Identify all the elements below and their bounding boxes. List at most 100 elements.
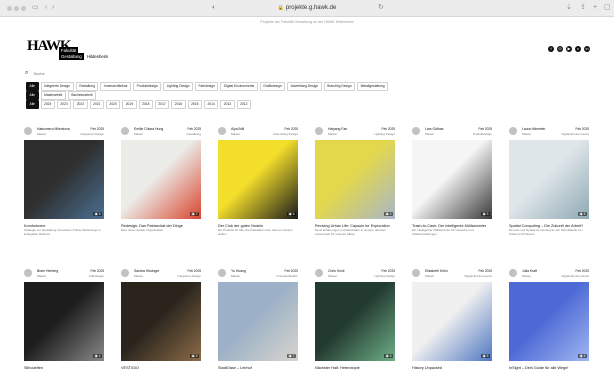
search-input[interactable] [33, 71, 114, 76]
tab-overview-icon[interactable]: ▢ [604, 4, 611, 12]
facebook-icon[interactable]: f [548, 46, 554, 52]
zoom-window-icon[interactable] [21, 6, 26, 11]
author-name[interactable]: Hatsumeru Milenkova [37, 127, 70, 131]
category[interactable]: Innenarchitektur [276, 274, 298, 278]
year-filter-chip[interactable]: 2021 [89, 100, 104, 109]
project-thumbnail[interactable]: ▣ 7 [218, 282, 298, 361]
project-thumbnail[interactable]: ▣ 6 [315, 282, 395, 361]
project-title[interactable]: VESTIGIO [121, 366, 139, 370]
project-title[interactable]: Nächster Halt: Heterotopie [315, 366, 360, 370]
category[interactable]: Lighting Design [374, 132, 395, 136]
image-count: ▣ 4 [383, 212, 393, 216]
project-thumbnail[interactable]: ▣ 5 [509, 140, 589, 219]
project-thumbnail[interactable]: ▣ 6 [509, 282, 589, 361]
project-title[interactable]: StadtOase – Lebhof [218, 366, 252, 370]
category[interactable]: Integrierte Design [80, 132, 104, 136]
vimeo-icon[interactable]: v [575, 46, 581, 52]
project-thumbnail[interactable]: ▣ 6 [218, 140, 298, 219]
category[interactable]: Integrierte Design [177, 274, 201, 278]
project-thumbnail[interactable]: ▣ 7 [121, 140, 201, 219]
category[interactable]: Produktdesign [473, 132, 492, 136]
author-name[interactable]: Haiyang Fan [328, 127, 347, 131]
author-name[interactable]: Alya Brill [231, 127, 244, 131]
year-filter-chip[interactable]: 2023 [56, 100, 72, 109]
field-filter-chip[interactable]: Produktdesign [133, 82, 162, 91]
author-name[interactable]: Laura Hämmler [522, 127, 545, 131]
year-filter-chip[interactable]: 2019 [122, 100, 137, 109]
author-name[interactable]: Elisabeth Kühn [425, 269, 448, 273]
author-name[interactable]: Bram Herberg [37, 269, 58, 273]
field-filter-chip[interactable]: Metallgestaltung [357, 82, 389, 91]
project-thumbnail[interactable]: ▣ 4 [315, 140, 395, 219]
year-filter-chip[interactable]: 2013 [220, 100, 235, 109]
year-filter-chip[interactable]: 2022 [73, 100, 88, 109]
image-count-value: 6 [583, 354, 586, 358]
linkedin-icon[interactable]: in [584, 46, 590, 52]
search-icon[interactable]: ⌕ [25, 70, 28, 77]
category[interactable]: Advertising Design [273, 132, 298, 136]
author-name[interactable]: Chris Knoll [328, 269, 344, 273]
year-filter-chip[interactable]: 2014 [203, 100, 219, 109]
project-title[interactable]: InSight – Dein Guide für alle Wege! [509, 366, 568, 370]
back-icon[interactable]: ‹ [45, 4, 47, 12]
minimize-window-icon[interactable] [14, 6, 19, 11]
field-filter-chip[interactable]: Gestaltung [75, 82, 99, 91]
type-filter-chip[interactable]: Masterarbeit [40, 91, 66, 100]
youtube-icon[interactable]: ▶ [566, 46, 572, 52]
year-filter-chip[interactable]: 2020 [105, 100, 121, 109]
download-icon[interactable]: ⇣ [566, 4, 572, 12]
field-filter-chip[interactable]: Branding Design [323, 82, 356, 91]
field-filter-chip[interactable]: Advertising Design [287, 82, 322, 91]
semester: Feb 2025 [478, 127, 492, 131]
privacy-shield-icon[interactable]: ◐ [212, 4, 216, 12]
project-title[interactable]: History Unpacked [412, 366, 442, 370]
instagram-icon[interactable]: ◎ [557, 46, 563, 52]
year-filter-chip[interactable]: 2015 [187, 100, 202, 109]
field-filter-chip[interactable]: Grafikdesign [259, 82, 286, 91]
field-filter-chip[interactable]: Alle [26, 82, 39, 91]
project-description: Strategie zur Gestaltung innovativer Onl… [24, 228, 101, 236]
category[interactable]: Lighting Design [374, 274, 395, 278]
author-name[interactable]: Sandra Hüsinger [134, 269, 159, 273]
field-filter-chip[interactable]: Lighting Design [163, 82, 193, 91]
author-name[interactable]: Yu Huang [231, 269, 246, 273]
reload-icon[interactable]: ↻ [378, 4, 384, 12]
year-filter-chip[interactable]: 2017 [154, 100, 170, 109]
hawk-logo[interactable]: HAWK Fakultät Gestaltung Hildesheim [27, 38, 108, 64]
share-icon[interactable]: ⇪ [580, 4, 586, 12]
semester: Feb 2025 [575, 127, 589, 131]
project-thumbnail[interactable]: ▣ 5 [121, 282, 201, 361]
author-name[interactable]: Emilie Chiara Hung [134, 127, 163, 131]
year-filter-chip[interactable]: Alle [26, 100, 39, 109]
category[interactable]: Digital Environments [464, 274, 492, 278]
project-title[interactable]: Silhouetten [24, 366, 43, 370]
type-filter-chip[interactable]: Alle [26, 91, 39, 100]
project-thumbnail[interactable]: ▣ 6 [24, 140, 104, 219]
image-count-value: 7 [292, 354, 295, 358]
forward-icon[interactable]: › [52, 4, 54, 12]
project-thumbnail[interactable]: ▣ 4 [24, 282, 104, 361]
category[interactable]: Digital Environments [561, 132, 589, 136]
project-description: Neue Erfahrungen und Aktivitäten in unse… [315, 228, 386, 236]
year-filter-chip[interactable]: 2016 [171, 100, 186, 109]
category[interactable]: Gestaltung [186, 132, 201, 136]
image-count-value: 7 [195, 212, 198, 216]
category[interactable]: Farbdesign [89, 274, 104, 278]
year-filter-chip[interactable]: 2024 [40, 100, 55, 109]
project-thumbnail[interactable]: ▣ 5 [412, 140, 492, 219]
project-thumbnail[interactable]: ▣ 5 [412, 282, 492, 361]
new-tab-icon[interactable]: + [593, 4, 597, 12]
year-filter-chip[interactable]: 2012 [236, 100, 251, 109]
author-name[interactable]: Julia Kraft [522, 269, 537, 273]
field-filter-chip[interactable]: Farbdesign [194, 82, 219, 91]
address-bar[interactable]: 🔒 projekte.g.hawk.de [242, 3, 372, 14]
category[interactable]: Digital Environments [561, 274, 589, 278]
field-filter-chip[interactable]: Digital Environments [220, 82, 258, 91]
close-window-icon[interactable] [7, 6, 12, 11]
sidebar-icon[interactable]: ▭ [32, 4, 39, 12]
field-filter-chip[interactable]: Integrierte Design [40, 82, 74, 91]
field-filter-chip[interactable]: Innenarchitektur [100, 82, 132, 91]
author-name[interactable]: Lars Göthas [425, 127, 443, 131]
year-filter-chip[interactable]: 2018 [138, 100, 153, 109]
type-filter-chip[interactable]: Bachelorarbeit [67, 91, 97, 100]
